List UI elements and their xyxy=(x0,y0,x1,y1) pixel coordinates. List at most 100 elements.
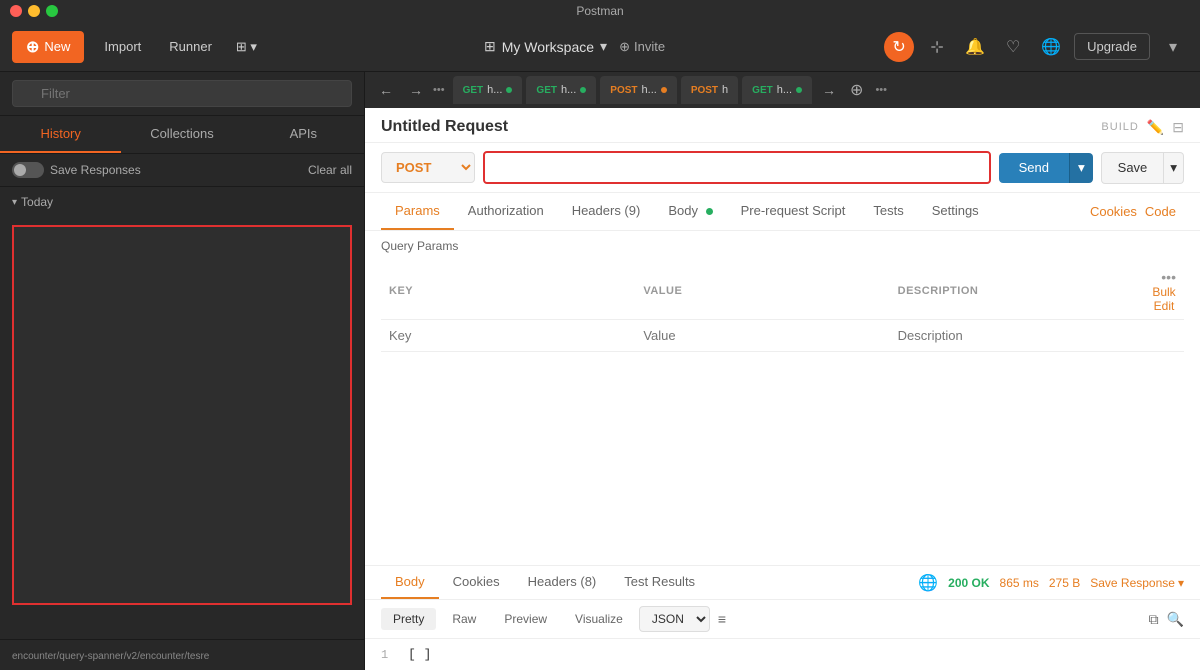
upgrade-chevron-button[interactable]: ▾ xyxy=(1158,32,1188,62)
tab-label-5: h... xyxy=(777,84,792,96)
runner-button[interactable]: Runner xyxy=(161,33,220,60)
send-button[interactable]: Send xyxy=(999,153,1069,183)
workspace-button[interactable]: ⊞ My Workspace ▾ xyxy=(484,38,607,55)
tab-settings[interactable]: Settings xyxy=(918,193,993,230)
resp-tab-cookies[interactable]: Cookies xyxy=(439,566,514,599)
sync-icon-button[interactable]: ↻ xyxy=(884,32,914,62)
format-select[interactable]: JSON xyxy=(639,606,710,632)
request-tab-2[interactable]: GET h... xyxy=(526,76,596,104)
clear-all-button[interactable]: Clear all xyxy=(308,163,352,177)
response-format-bar: Pretty Raw Preview Visualize JSON ≡ ⧉ 🔍 xyxy=(365,600,1200,639)
satellite-icon-button[interactable]: ⊹ xyxy=(922,32,952,62)
maximize-button[interactable] xyxy=(46,5,58,17)
sidebar-actions: Save Responses Clear all xyxy=(0,154,364,187)
save-dropdown-button[interactable]: ▾ xyxy=(1164,152,1184,184)
search-input[interactable] xyxy=(12,80,352,107)
new-button[interactable]: ⊕ New xyxy=(12,31,84,63)
method-label-2: GET xyxy=(536,85,557,96)
tab-headers[interactable]: Headers (9) xyxy=(558,193,655,230)
close-button[interactable] xyxy=(10,5,22,17)
globe-icon-button[interactable]: 🌐 xyxy=(1036,32,1066,62)
invite-button[interactable]: ⊕ Invite xyxy=(619,39,665,55)
tabs-forward-button[interactable]: → xyxy=(816,78,842,102)
tab-apis[interactable]: APIs xyxy=(243,116,364,153)
wrap-icon-button[interactable]: ≡ xyxy=(718,611,726,627)
tab-pre-request[interactable]: Pre-request Script xyxy=(727,193,860,230)
key-input[interactable] xyxy=(389,328,627,343)
response-right-icons: ⧉ 🔍 xyxy=(1145,611,1184,628)
workspace-grid-icon: ⊞ xyxy=(484,38,496,55)
workspace-chevron-icon: ▾ xyxy=(600,38,607,55)
resp-tab-headers[interactable]: Headers (8) xyxy=(514,566,611,599)
cookies-link[interactable]: Cookies xyxy=(1090,194,1137,229)
tab-label-3: h... xyxy=(642,84,657,96)
sync-icon: ↻ xyxy=(892,37,905,57)
notification-icon-button[interactable]: 🔔 xyxy=(960,32,990,62)
column-options-button[interactable]: ••• xyxy=(1161,269,1176,285)
url-input[interactable] xyxy=(483,151,991,184)
history-box xyxy=(12,225,352,605)
send-dropdown-button[interactable]: ▾ xyxy=(1069,153,1093,183)
upgrade-button[interactable]: Upgrade xyxy=(1074,33,1150,60)
json-content-area: 1 [ ] xyxy=(365,639,1200,670)
forward-button[interactable]: → xyxy=(403,78,429,102)
request-tab-5[interactable]: GET h... xyxy=(742,76,812,104)
save-button[interactable]: Save xyxy=(1101,152,1165,184)
workspace-center: ⊞ My Workspace ▾ ⊕ Invite xyxy=(273,38,876,55)
right-links: Cookies Code xyxy=(1090,194,1184,229)
format-raw-button[interactable]: Raw xyxy=(440,608,488,630)
tab-authorization[interactable]: Authorization xyxy=(454,193,558,230)
request-tabs-panel: Params Authorization Headers (9) Body Pr… xyxy=(365,193,1200,231)
sidebar-tabs: History Collections APIs xyxy=(0,116,364,154)
save-response-chevron-icon: ▾ xyxy=(1178,576,1184,590)
resp-tab-test-results[interactable]: Test Results xyxy=(610,566,709,599)
line-number-1: 1 xyxy=(381,648,388,662)
minimize-button[interactable] xyxy=(28,5,40,17)
copy-icon-button[interactable]: ⧉ xyxy=(1149,611,1159,628)
save-responses-toggle[interactable] xyxy=(12,162,44,178)
search-response-button[interactable]: 🔍 xyxy=(1167,611,1184,628)
edit-icon-button[interactable]: ✏️ xyxy=(1147,119,1164,136)
format-preview-button[interactable]: Preview xyxy=(492,608,559,630)
response-size: 275 B xyxy=(1049,576,1080,590)
tab-params[interactable]: Params xyxy=(381,193,454,230)
tab-dot-3 xyxy=(661,87,667,93)
response-area: Body Cookies Headers (8) Test Results 🌐 … xyxy=(365,565,1200,670)
layout-icon-button[interactable]: ⊞ ▾ xyxy=(228,33,265,61)
tab-tests[interactable]: Tests xyxy=(859,193,917,230)
add-tab-button[interactable]: ⊕ xyxy=(846,80,867,100)
layout-toggle-button[interactable]: ⊟ xyxy=(1172,119,1184,136)
build-area: BUILD ✏️ ⊟ xyxy=(1101,119,1184,136)
ssl-status-icon[interactable]: 🌐 xyxy=(918,573,938,593)
resp-tab-body[interactable]: Body xyxy=(381,566,439,599)
save-response-button[interactable]: Save Response ▾ xyxy=(1090,576,1184,590)
method-select[interactable]: POST GET PUT DELETE xyxy=(381,152,475,183)
desc-input[interactable] xyxy=(898,328,1136,343)
tab-dot-1 xyxy=(506,87,512,93)
tab-label-1: h... xyxy=(487,84,502,96)
tab-body[interactable]: Body xyxy=(654,193,726,230)
tab-history[interactable]: History xyxy=(0,116,121,153)
back-button[interactable]: ← xyxy=(373,78,399,102)
heart-icon-button[interactable]: ♡ xyxy=(998,32,1028,62)
body-active-dot xyxy=(706,208,713,215)
app-title: Postman xyxy=(576,4,623,18)
request-tab-4[interactable]: POST h xyxy=(681,76,738,104)
request-panel: Untitled Request BUILD ✏️ ⊟ POST GET PUT… xyxy=(365,108,1200,670)
today-section: ▾ Today xyxy=(0,187,364,217)
layout-icon: ⊞ ▾ xyxy=(236,39,257,55)
request-header: Untitled Request BUILD ✏️ ⊟ xyxy=(365,108,1200,143)
tab-collections[interactable]: Collections xyxy=(121,116,242,153)
code-link[interactable]: Code xyxy=(1137,194,1184,229)
import-button[interactable]: Import xyxy=(92,33,153,60)
format-visualize-button[interactable]: Visualize xyxy=(563,608,635,630)
format-pretty-button[interactable]: Pretty xyxy=(381,608,436,630)
request-tab-1[interactable]: GET h... xyxy=(453,76,523,104)
method-label-1: GET xyxy=(463,85,484,96)
bulk-edit-button[interactable]: Bulk Edit xyxy=(1152,285,1176,313)
tab-dot-2 xyxy=(580,87,586,93)
main-layout: 🔍 History Collections APIs Save Response… xyxy=(0,72,1200,670)
bottom-url-text: encounter/query-spanner/v2/encounter/tes… xyxy=(12,651,209,662)
request-tab-3[interactable]: POST h... xyxy=(600,76,677,104)
value-input[interactable] xyxy=(643,328,881,343)
